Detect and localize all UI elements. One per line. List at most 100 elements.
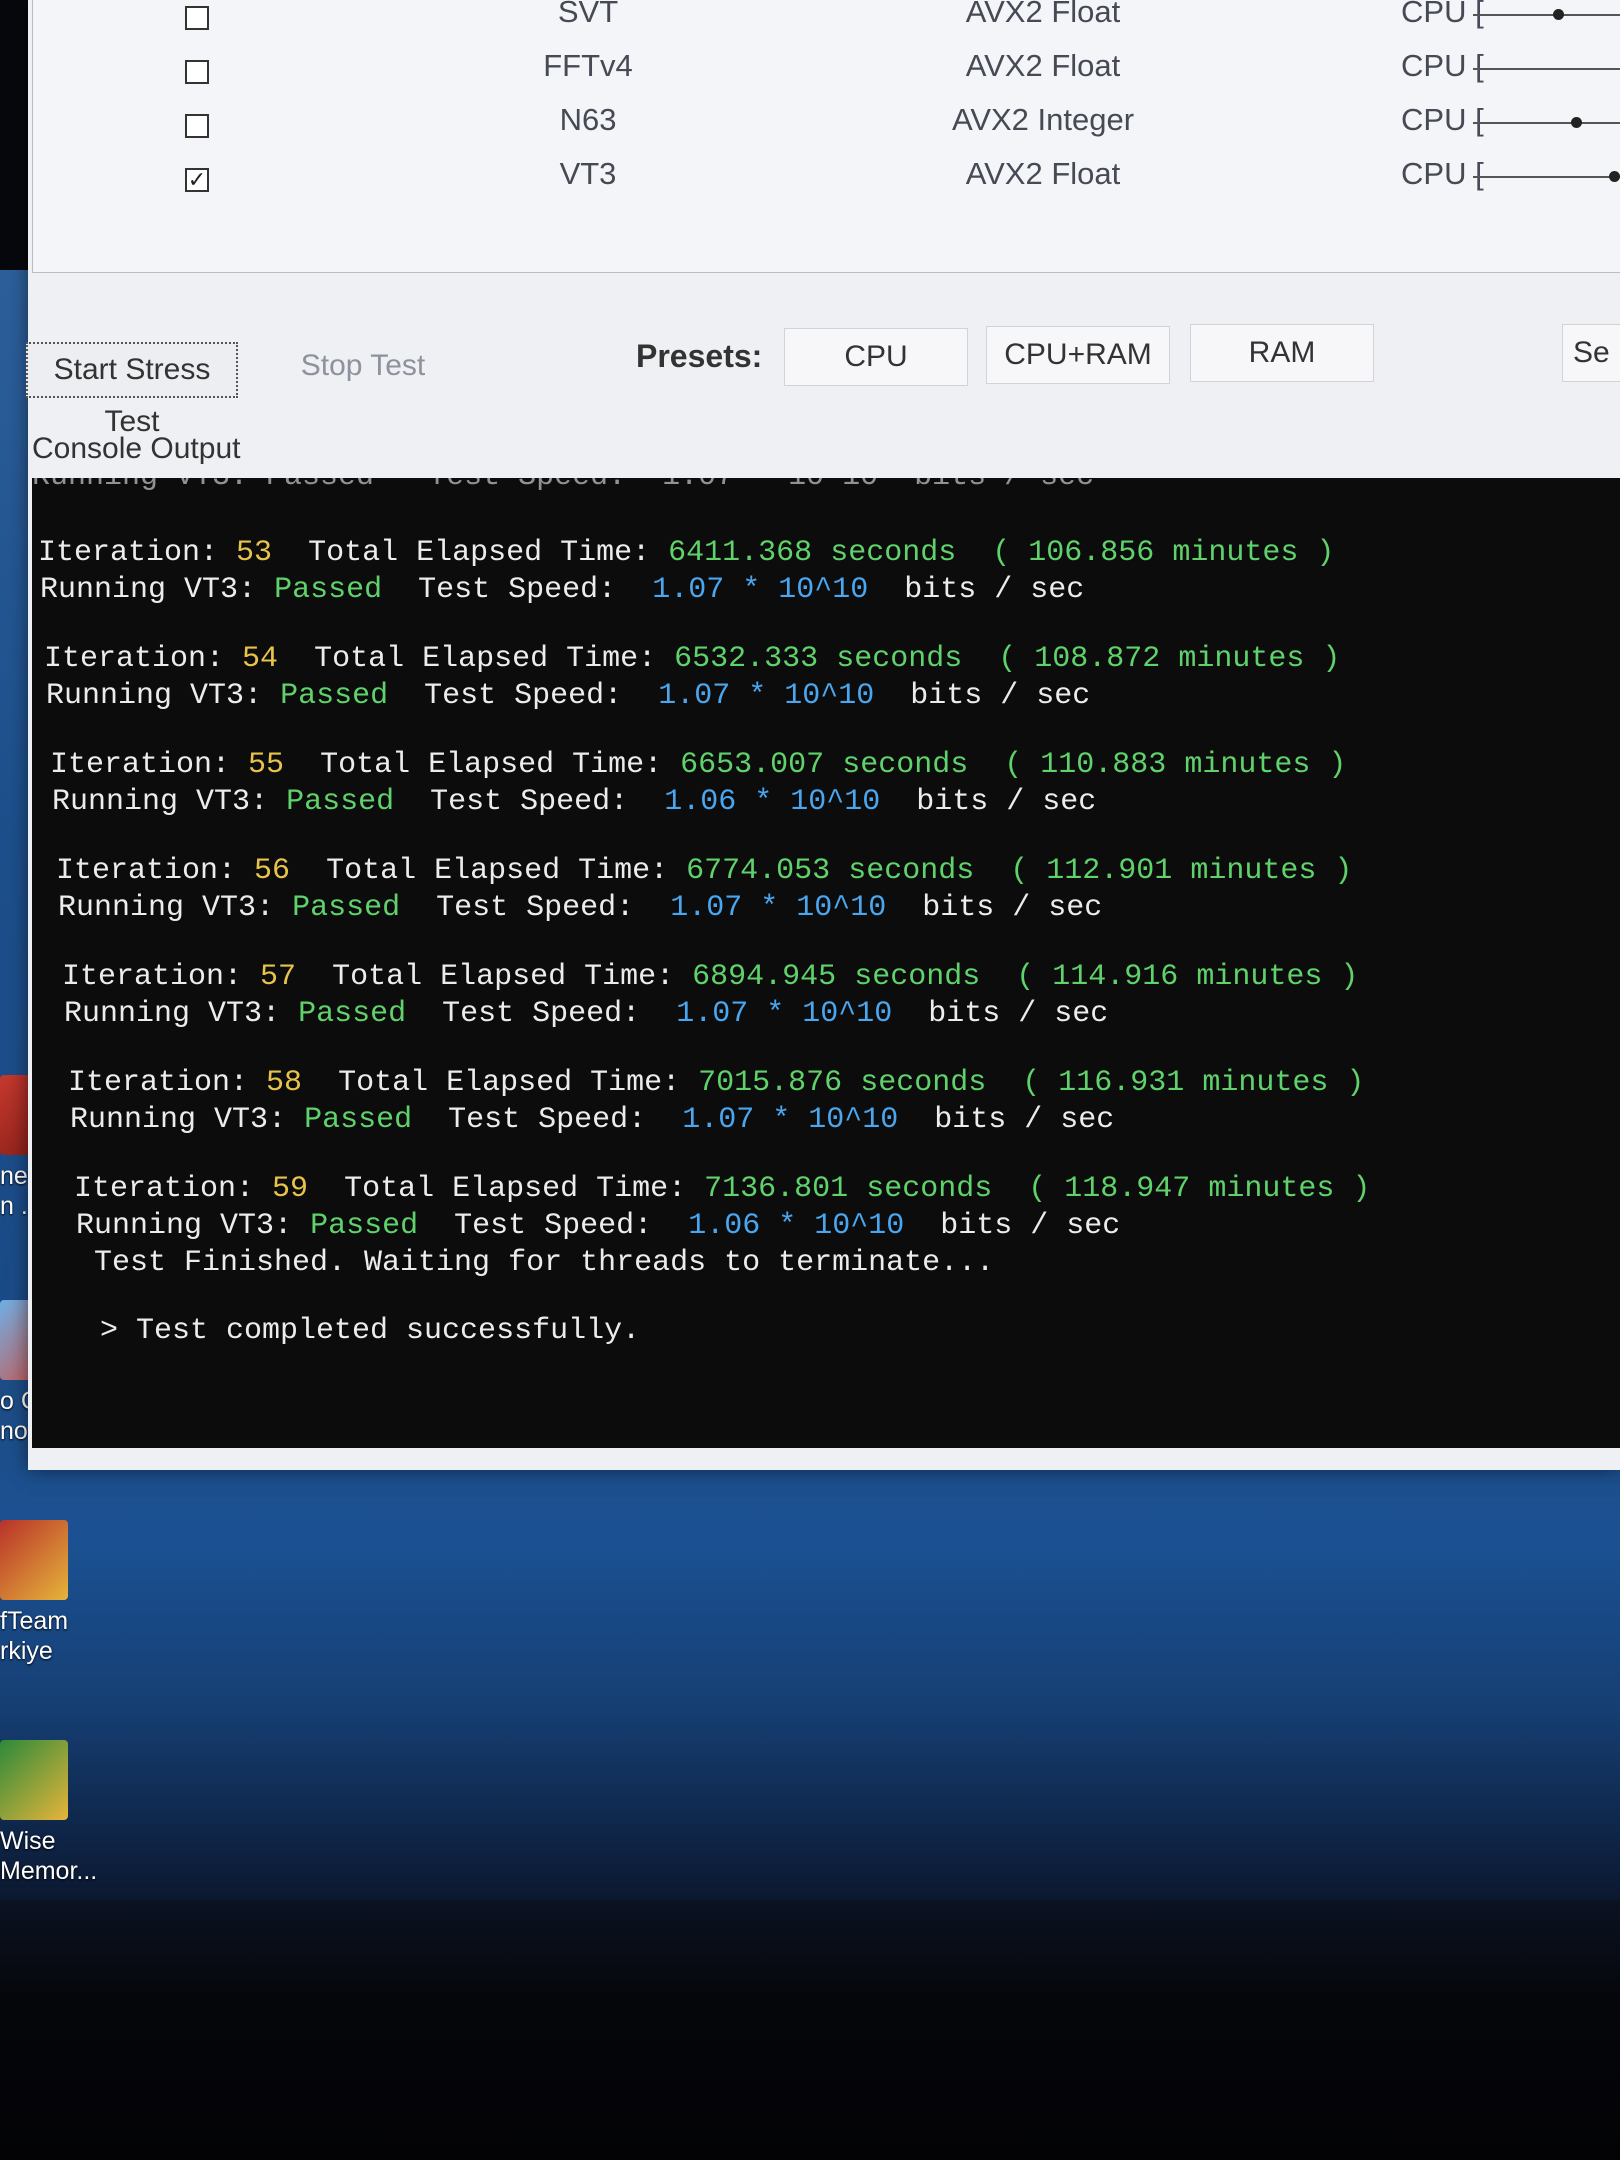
thread-slider[interactable] <box>1473 9 1620 20</box>
speed-unit: bits / sec <box>916 785 1097 819</box>
iteration-line: Iteration: 54 Total Elapsed Time: 6532.3… <box>44 642 1340 676</box>
speed-value: 1.07 <box>670 891 743 925</box>
console-output[interactable]: Running VT3: Passed Test Speed: 1.07 * 1… <box>32 478 1620 1448</box>
shield-icon <box>0 1520 68 1600</box>
result-line: Running VT3: Passed Test Speed: 1.07 * 1… <box>70 1103 1115 1137</box>
iteration-label: Iteration: <box>68 1066 249 1100</box>
test-name: VT3 <box>184 573 239 607</box>
speed-label: Test Speed: <box>454 1209 653 1243</box>
test-checkbox[interactable] <box>185 60 209 84</box>
paren: ( <box>992 536 1011 570</box>
test-resource: CPU [ <box>1401 48 1484 83</box>
test-name: VT3 <box>220 1209 275 1243</box>
desktop-icon-label: fTeam rkiye <box>0 1607 69 1665</box>
test-name: SVT <box>557 0 619 29</box>
paren: ( <box>1022 1066 1041 1100</box>
preset-more-button[interactable]: Se <box>1562 324 1620 382</box>
seconds-unit: seconds <box>866 1172 993 1206</box>
minutes-unit: minutes ) <box>1196 960 1359 994</box>
test-name: VT3 <box>196 785 251 819</box>
stop-test-button[interactable]: Stop Test <box>278 340 448 392</box>
iteration-number: 53 <box>236 536 273 570</box>
times-symbol: * <box>778 1209 797 1243</box>
elapsed-label: Total Elapsed Time: <box>308 536 651 570</box>
running-label: Running <box>40 573 167 607</box>
speed-label: Test Speed: <box>418 573 617 607</box>
test-checkbox[interactable] <box>185 114 209 138</box>
times-symbol: * <box>760 891 779 925</box>
speed-unit: bits / sec <box>940 1209 1121 1243</box>
speed-exponent: 10^10 <box>814 1209 905 1243</box>
test-row-vt3[interactable]: ✓ VT3 AVX2 Float CPU [ <box>33 156 1620 208</box>
desktop-icon-3[interactable]: fTeam rkiye <box>0 1520 110 1666</box>
test-name: VT3 <box>559 156 617 191</box>
seconds-unit: seconds <box>830 536 957 570</box>
memory-icon <box>0 1740 68 1820</box>
running-label: Running <box>70 1103 197 1137</box>
speed-unit: bits / sec <box>928 997 1109 1031</box>
speed-value: 1.07 <box>658 679 731 713</box>
iteration-number: 55 <box>248 748 285 782</box>
speed-unit: bits / sec <box>922 891 1103 925</box>
elapsed-label: Total Elapsed Time: <box>326 854 669 888</box>
elapsed-seconds: 6894.945 <box>692 960 837 994</box>
speed-unit: bits / sec <box>934 1103 1115 1137</box>
desktop-icon-4[interactable]: Wise Memor... <box>0 1740 110 1886</box>
iteration-number: 57 <box>260 960 297 994</box>
test-resource: CPU [ <box>1401 156 1484 191</box>
thread-slider[interactable] <box>1473 68 1620 70</box>
running-label: Running <box>52 785 179 819</box>
elapsed-minutes: 110.883 <box>1040 748 1167 782</box>
completed-message: > Test completed successfully. <box>100 1314 641 1348</box>
minutes-unit: minutes ) <box>1172 536 1335 570</box>
times-symbol: * <box>748 679 767 713</box>
thread-slider[interactable] <box>1473 171 1620 182</box>
elapsed-seconds: 6532.333 <box>674 642 819 676</box>
speed-value: 1.07 <box>676 997 749 1031</box>
minutes-unit: minutes ) <box>1202 1066 1365 1100</box>
iteration-number: 59 <box>272 1172 309 1206</box>
test-row-n63[interactable]: N63 AVX2 Integer CPU [ <box>33 102 1620 154</box>
elapsed-label: Total Elapsed Time: <box>320 748 663 782</box>
paren: ( <box>1028 1172 1047 1206</box>
presets-label: Presets: <box>636 338 763 374</box>
iteration-number: 56 <box>254 854 291 888</box>
speed-value: 1.06 <box>664 785 737 819</box>
speed-unit: bits / sec <box>910 679 1091 713</box>
thread-slider[interactable] <box>1473 117 1620 128</box>
speed-label: Test Speed: <box>436 891 635 925</box>
preset-cpu-ram-button[interactable]: CPU+RAM <box>986 326 1170 384</box>
result-line: Running VT3: Passed Test Speed: 1.07 * 1… <box>64 997 1109 1031</box>
status-passed: Passed <box>310 1209 419 1243</box>
test-row-fftv4[interactable]: FFTv4 AVX2 Float CPU [ <box>33 48 1620 100</box>
speed-exponent: 10^10 <box>784 679 875 713</box>
status-passed: Passed <box>298 997 407 1031</box>
elapsed-minutes: 114.916 <box>1052 960 1179 994</box>
slider-knob[interactable] <box>1571 117 1582 128</box>
test-instruction-set: AVX2 Integer <box>951 102 1135 137</box>
elapsed-label: Total Elapsed Time: <box>344 1172 687 1206</box>
test-checkbox-checked[interactable]: ✓ <box>185 168 209 192</box>
preset-cpu-button[interactable]: CPU <box>784 328 968 386</box>
speed-exponent: 10^10 <box>796 891 887 925</box>
seconds-unit: seconds <box>848 854 975 888</box>
speed-value: 1.07 <box>682 1103 755 1137</box>
minutes-unit: minutes ) <box>1184 748 1347 782</box>
slider-knob[interactable] <box>1609 171 1620 182</box>
test-name: VT3 <box>202 891 257 925</box>
iteration-line: Iteration: 53 Total Elapsed Time: 6411.3… <box>38 536 1334 570</box>
speed-value: 1.07 <box>652 573 725 607</box>
slider-knob[interactable] <box>1553 9 1564 20</box>
test-row-svt[interactable]: SVT AVX2 Float CPU [ <box>33 0 1620 46</box>
times-symbol: * <box>766 997 785 1031</box>
result-line: Running VT3: Passed Test Speed: 1.07 * 1… <box>58 891 1103 925</box>
seconds-unit: seconds <box>854 960 981 994</box>
start-stress-test-button[interactable]: Start Stress Test <box>26 342 238 438</box>
test-checkbox[interactable] <box>185 6 209 30</box>
elapsed-minutes: 112.901 <box>1046 854 1173 888</box>
test-name: VT3 <box>208 997 263 1031</box>
test-instruction-set: AVX2 Float <box>965 0 1121 29</box>
iteration-line: Iteration: 56 Total Elapsed Time: 6774.0… <box>56 854 1352 888</box>
preset-ram-button[interactable]: RAM <box>1190 324 1374 382</box>
result-line: Running VT3: Passed Test Speed: 1.06 * 1… <box>52 785 1097 819</box>
